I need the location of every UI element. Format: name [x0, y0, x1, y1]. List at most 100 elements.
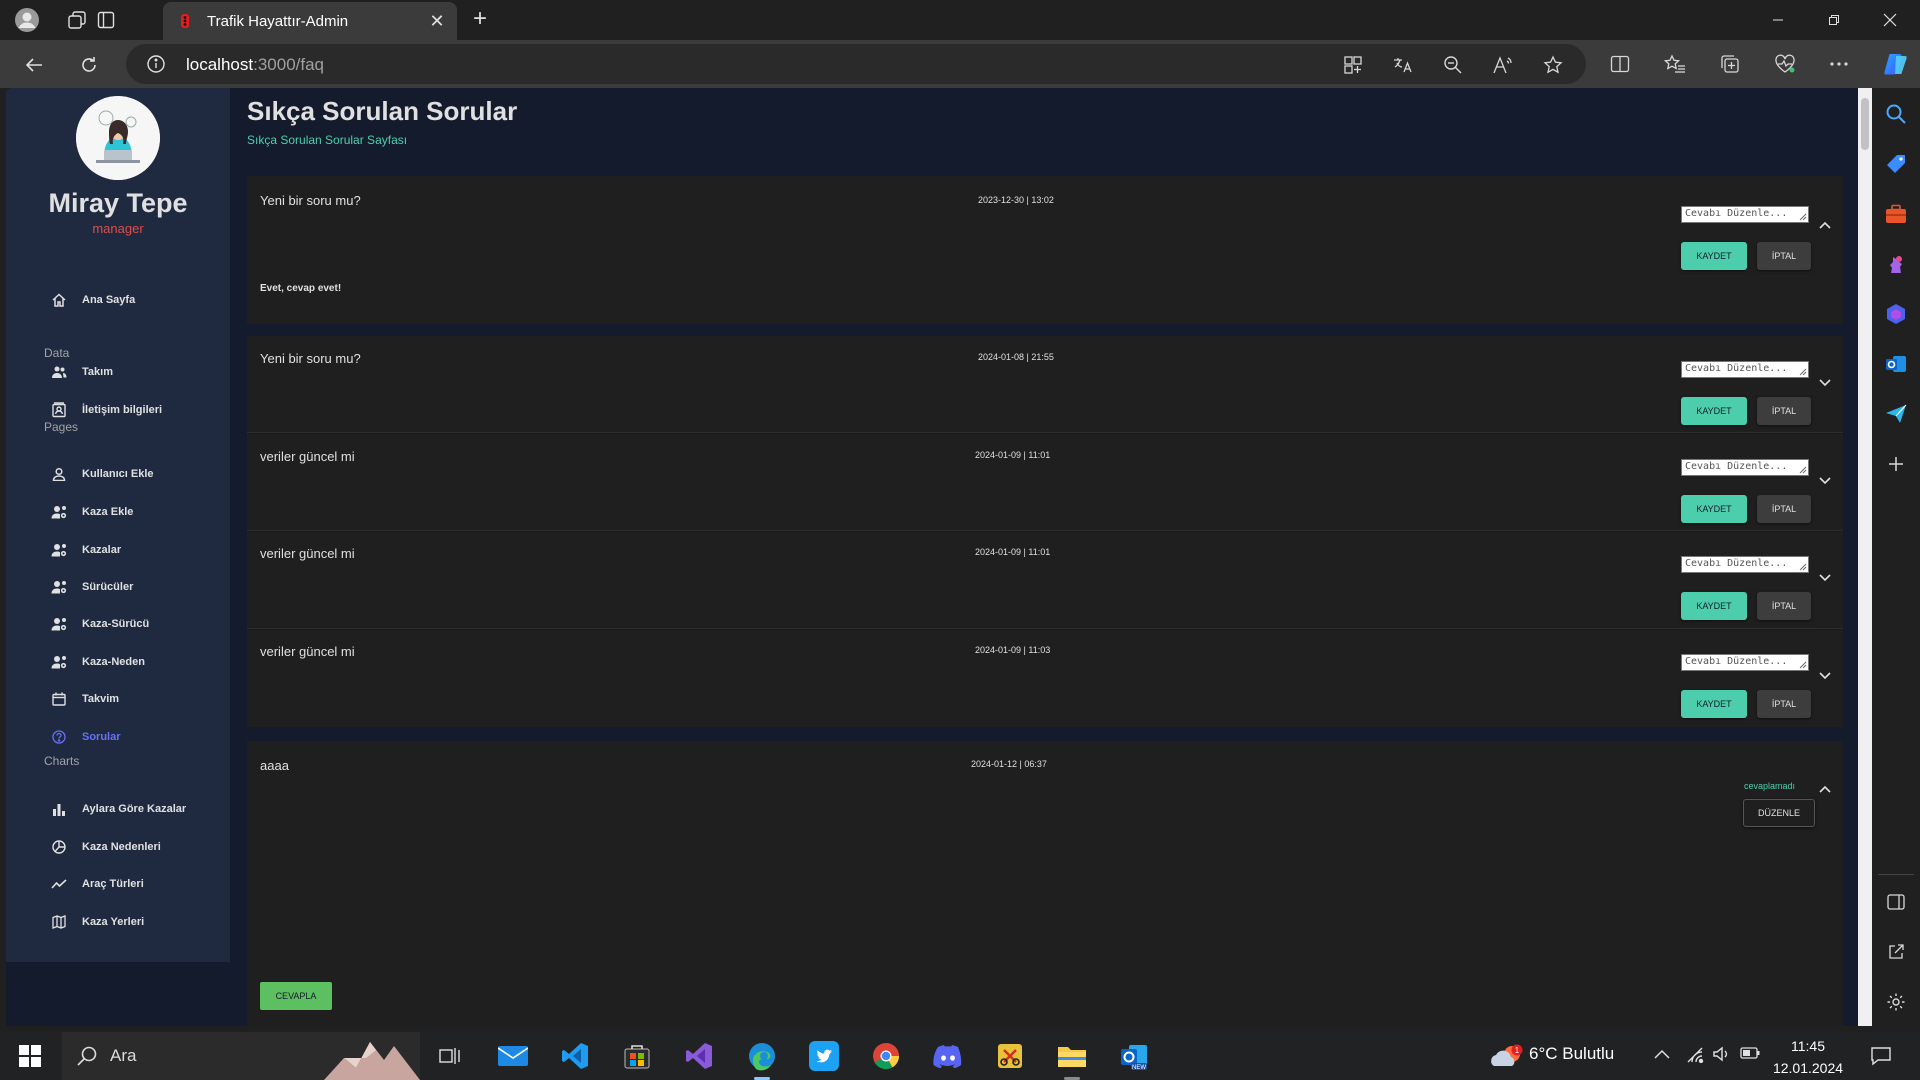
split-screen-icon[interactable] [1608, 52, 1632, 76]
workspaces-icon[interactable] [63, 6, 91, 34]
chevron-down-icon[interactable] [1818, 474, 1832, 488]
answer-edit-input[interactable]: Cevabı Düzenle... [1681, 556, 1809, 573]
sidebar-item-takim[interactable]: Takım [6, 356, 230, 388]
new-tab-icon[interactable]: + [468, 7, 492, 32]
chevron-up-icon[interactable] [1818, 782, 1832, 796]
faq-item[interactable]: veriler güncel mi 2024-01-09 | 11:03 Cev… [247, 630, 1843, 727]
tab-close-icon[interactable]: ✕ [429, 12, 445, 30]
restore-icon[interactable] [1806, 0, 1862, 40]
volume-icon[interactable] [1712, 1045, 1730, 1063]
weather-text[interactable]: 6°C Bulutlu [1529, 1044, 1614, 1064]
scrollbar-thumb[interactable] [1861, 98, 1869, 150]
microsoft-store-icon[interactable] [621, 1040, 653, 1072]
sidebar-item-kaza-neden[interactable]: Kaza-Neden [6, 646, 230, 678]
sidebar-item-kaza-ekle[interactable]: Kaza Ekle [6, 496, 230, 528]
favorite-star-icon[interactable] [1542, 54, 1564, 76]
browser-tab-active[interactable]: Trafik Hayattır-Admin ✕ [163, 2, 457, 40]
save-button[interactable]: KAYDET [1681, 397, 1747, 425]
outlook-icon[interactable] [1884, 352, 1908, 376]
translate-icon[interactable] [1392, 54, 1414, 76]
file-explorer-icon[interactable] [1056, 1040, 1088, 1072]
refresh-icon[interactable] [74, 50, 104, 80]
wifi-icon[interactable] [1686, 1045, 1704, 1063]
microsoft-365-icon[interactable] [1884, 302, 1908, 326]
cancel-button[interactable]: İPTAL [1757, 397, 1811, 425]
faq-item[interactable]: Yeni bir soru mu? 2023-12-30 | 13:02 Cev… [247, 176, 1843, 324]
outlook-new-icon[interactable]: NEW [1118, 1040, 1150, 1072]
taskbar-search[interactable]: Ara [62, 1032, 420, 1080]
sidebar-item-kullanici-ekle[interactable]: Kullanıcı Ekle [6, 458, 230, 490]
sidebar-item-ana-sayfa[interactable]: Ana Sayfa [6, 284, 230, 316]
answer-edit-input[interactable]: Cevabı Düzenle... [1681, 459, 1809, 476]
sidebar-item-takvim[interactable]: Takvim [6, 683, 230, 715]
save-button[interactable]: KAYDET [1681, 592, 1747, 620]
sidebar-item-suruculer[interactable]: Sürücüler [6, 571, 230, 603]
cancel-button[interactable]: İPTAL [1757, 495, 1811, 523]
hide-sidebar-icon[interactable] [1884, 890, 1908, 914]
sidebar-item-kazalar[interactable]: Kazalar [6, 534, 230, 566]
sidebar-item-kaza-nedenleri[interactable]: Kaza Nedenleri [6, 831, 230, 863]
chevron-up-icon[interactable] [1818, 218, 1832, 232]
zoom-out-icon[interactable] [1442, 54, 1464, 76]
read-aloud-icon[interactable] [1492, 54, 1514, 76]
add-sidebar-app-icon[interactable] [1884, 452, 1908, 476]
sidebar-item-kaza-surucu[interactable]: Kaza-Sürücü [6, 608, 230, 640]
sidebar-item-kaza-yerleri[interactable]: Kaza Yerleri [6, 906, 230, 938]
more-options-icon[interactable] [1827, 52, 1851, 76]
games-icon[interactable] [1884, 252, 1908, 276]
chevron-down-icon[interactable] [1818, 669, 1832, 683]
sidebar-item-sorular[interactable]: Sorular [6, 721, 230, 753]
address-bar[interactable]: localhost:3000/faq [126, 44, 1586, 84]
chevron-down-icon[interactable] [1818, 571, 1832, 585]
send-drop-icon[interactable] [1884, 402, 1908, 426]
vscode-icon[interactable] [559, 1040, 591, 1072]
vertical-tabs-icon[interactable] [92, 6, 120, 34]
cancel-button[interactable]: İPTAL [1757, 592, 1811, 620]
discord-icon[interactable] [932, 1040, 964, 1072]
tools-briefcase-icon[interactable] [1884, 202, 1908, 226]
answer-edit-input[interactable]: Cevabı Düzenle... [1681, 654, 1809, 671]
save-button[interactable]: KAYDET [1681, 495, 1747, 523]
shopping-tag-icon[interactable] [1884, 152, 1908, 176]
show-hidden-icons-icon[interactable] [1654, 1048, 1670, 1060]
snipping-tool-icon[interactable] [994, 1040, 1026, 1072]
copilot-icon[interactable] [1880, 48, 1912, 80]
task-view-icon[interactable] [434, 1040, 466, 1072]
browser-essentials-icon[interactable] [1773, 52, 1797, 76]
edge-browser-icon[interactable] [746, 1040, 778, 1072]
save-button[interactable]: KAYDET [1681, 242, 1747, 270]
back-icon[interactable] [19, 50, 49, 80]
windows-start-icon[interactable] [14, 1040, 46, 1072]
page-scrollbar[interactable] [1858, 88, 1872, 1026]
notifications-icon[interactable] [1870, 1045, 1892, 1067]
reply-button[interactable]: CEVAPLA [260, 982, 332, 1010]
site-info-icon[interactable] [146, 54, 166, 74]
visual-studio-icon[interactable] [683, 1040, 715, 1072]
edit-button[interactable]: DÜZENLE [1743, 799, 1815, 827]
app-available-icon[interactable] [1342, 54, 1364, 76]
save-button[interactable]: KAYDET [1681, 690, 1747, 718]
settings-gear-icon[interactable] [1884, 990, 1908, 1014]
sidebar-item-iletisim[interactable]: İletişim bilgileri [6, 394, 230, 426]
pending-question-card[interactable]: aaaa 2024-01-12 | 06:37 cevaplamadı DÜZE… [247, 741, 1843, 1026]
answer-edit-input[interactable]: Cevabı Düzenle... [1681, 361, 1809, 378]
twitter-app-icon[interactable] [808, 1040, 840, 1072]
weather-cloud-icon[interactable]: 1 [1490, 1044, 1524, 1068]
profile-icon[interactable] [13, 6, 41, 34]
external-link-icon[interactable] [1884, 940, 1908, 964]
cancel-button[interactable]: İPTAL [1757, 242, 1811, 270]
answer-edit-input[interactable]: Cevabı Düzenle... [1681, 206, 1809, 223]
minimize-icon[interactable] [1750, 0, 1806, 40]
faq-item[interactable]: veriler güncel mi 2024-01-09 | 11:01 Cev… [247, 532, 1843, 629]
search-icon[interactable] [1884, 102, 1908, 126]
faq-item[interactable]: veriler güncel mi 2024-01-09 | 11:01 Cev… [247, 434, 1843, 531]
sidebar-item-aylara-gore-kazalar[interactable]: Aylara Göre Kazalar [6, 793, 230, 825]
url-text[interactable]: localhost:3000/faq [186, 55, 324, 75]
mail-app-icon[interactable] [497, 1040, 529, 1072]
taskbar-clock[interactable]: 11:45 12.01.2024 [1772, 1035, 1844, 1079]
cancel-button[interactable]: İPTAL [1757, 690, 1811, 718]
chrome-icon[interactable] [870, 1040, 902, 1072]
favorites-icon[interactable] [1663, 52, 1687, 76]
collections-icon[interactable] [1718, 52, 1742, 76]
close-window-icon[interactable] [1862, 0, 1918, 40]
